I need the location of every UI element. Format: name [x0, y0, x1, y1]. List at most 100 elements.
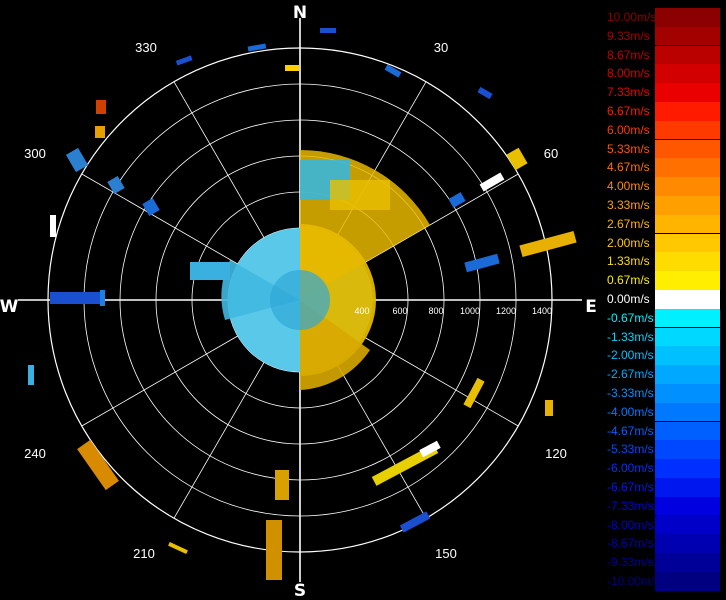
- legend-row: 9.33m/s: [604, 26, 722, 46]
- legend-row: 1.33m/s: [604, 252, 722, 271]
- echo-cell: [168, 541, 188, 555]
- legend-swatch: [655, 139, 720, 159]
- legend-label: 6.00m/s: [607, 122, 650, 137]
- range-label-1200: 1200: [496, 306, 516, 316]
- legend-swatch: [655, 120, 720, 140]
- legend-row: 0.67m/s: [604, 271, 722, 290]
- range-label-800: 800: [428, 306, 443, 316]
- legend-swatch: [655, 308, 720, 328]
- legend-swatch: [655, 384, 720, 403]
- legend-row: -6.67m/s: [604, 478, 722, 497]
- bearing-label-120: 120: [545, 446, 567, 461]
- legend-swatch: [655, 196, 720, 215]
- legend-row: 4.67m/s: [604, 158, 722, 177]
- velocity-echoes: [28, 28, 577, 580]
- legend-swatch: [655, 534, 720, 553]
- legend-label: 8.67m/s: [607, 47, 650, 62]
- legend-swatch: [655, 26, 720, 46]
- legend-row: 0.00m/s: [604, 290, 722, 309]
- echo-cell: [330, 180, 390, 210]
- echo-cell: [142, 197, 160, 217]
- echo-cell: [479, 172, 505, 192]
- legend-swatch: [655, 553, 720, 572]
- legend-label: 8.00m/s: [607, 66, 650, 81]
- legend-row: -2.67m/s: [604, 365, 722, 384]
- legend-swatch: [655, 45, 720, 65]
- legend-label: -6.67m/s: [607, 480, 654, 494]
- legend-swatch: [655, 402, 720, 422]
- echo-cell: [50, 292, 100, 304]
- echo-cell: [100, 290, 105, 306]
- echo-cell: [464, 253, 500, 273]
- legend-label: 2.67m/s: [607, 216, 650, 231]
- legend-label: -10.00m/s: [607, 574, 661, 588]
- legend-label: 7.33m/s: [607, 85, 650, 100]
- legend-row: 3.33m/s: [604, 196, 722, 215]
- legend-label: -9.33m/s: [607, 555, 654, 570]
- legend-row: 6.00m/s: [604, 120, 722, 140]
- bearing-label-60: 60: [544, 146, 558, 161]
- legend-swatch: [655, 365, 720, 384]
- echo-cell: [285, 65, 299, 71]
- range-label-400: 400: [354, 306, 369, 316]
- legend-swatch: [655, 252, 720, 271]
- legend-swatch: [655, 83, 720, 102]
- legend-swatch: [655, 64, 720, 83]
- legend-label: -4.67m/s: [607, 423, 654, 438]
- legend-label: -8.00m/s: [607, 517, 654, 532]
- legend-label: 4.67m/s: [607, 160, 650, 175]
- range-label-600: 600: [392, 306, 407, 316]
- legend-row: 2.00m/s: [604, 233, 722, 253]
- echo-cell: [506, 147, 528, 171]
- legend-label: 10.00m/s: [607, 10, 657, 24]
- legend-label: -2.67m/s: [607, 367, 654, 382]
- legend-swatch: [655, 421, 720, 441]
- center-echo: [270, 270, 330, 330]
- echo-cell: [28, 365, 34, 385]
- legend-label: 6.67m/s: [607, 104, 650, 118]
- legend-swatch: [655, 233, 720, 253]
- radar-velocity-display: N E S W 30 60 120 150 210 240 300 330 40…: [0, 3, 597, 600]
- legend-row: 7.33m/s: [604, 83, 722, 102]
- bearing-label-240: 240: [24, 446, 46, 461]
- echo-cell: [190, 262, 230, 280]
- echo-cell: [50, 215, 56, 237]
- legend-label: -4.00m/s: [607, 404, 654, 419]
- legend-label: -5.33m/s: [607, 442, 654, 457]
- legend-row: -9.33m/s: [604, 553, 722, 572]
- legend-swatch: [655, 8, 720, 27]
- echo-cell: [95, 126, 105, 138]
- legend-label: 0.00m/s: [607, 292, 650, 306]
- echo-cell: [399, 511, 431, 533]
- range-label-1400: 1400: [532, 306, 552, 316]
- legend-label: -2.00m/s: [607, 348, 654, 363]
- legend-label: 5.33m/s: [607, 141, 650, 156]
- echo-cell: [107, 175, 125, 195]
- legend-row: 2.67m/s: [604, 214, 722, 234]
- bearing-label-150: 150: [435, 546, 457, 561]
- legend-row: 10.00m/s: [604, 8, 722, 27]
- legend-swatch: [655, 158, 720, 177]
- legend-swatch: [655, 271, 720, 290]
- legend-label: -0.67m/s: [607, 310, 654, 325]
- legend-row: -4.67m/s: [604, 421, 722, 441]
- legend-row: -3.33m/s: [604, 384, 722, 403]
- legend-row: -10.00m/s: [604, 572, 722, 591]
- legend-swatch: [655, 440, 720, 459]
- legend-row: -1.33m/s: [604, 327, 722, 347]
- legend-label: 3.33m/s: [607, 198, 650, 212]
- legend-swatch: [655, 572, 720, 591]
- legend-swatch: [655, 346, 720, 365]
- legend-label: 0.67m/s: [607, 273, 650, 288]
- compass-south-label: S: [294, 581, 306, 600]
- legend-row: 6.67m/s: [604, 102, 722, 121]
- legend-row: 8.00m/s: [604, 64, 722, 83]
- legend-swatch: [655, 102, 720, 121]
- legend-label: 2.00m/s: [607, 235, 650, 250]
- legend-row: 5.33m/s: [604, 139, 722, 159]
- echo-cell: [477, 86, 493, 100]
- echo-cell: [320, 28, 336, 33]
- legend-row: -5.33m/s: [604, 440, 722, 459]
- legend-swatch: [655, 177, 720, 196]
- legend-row: -8.67m/s: [604, 534, 722, 553]
